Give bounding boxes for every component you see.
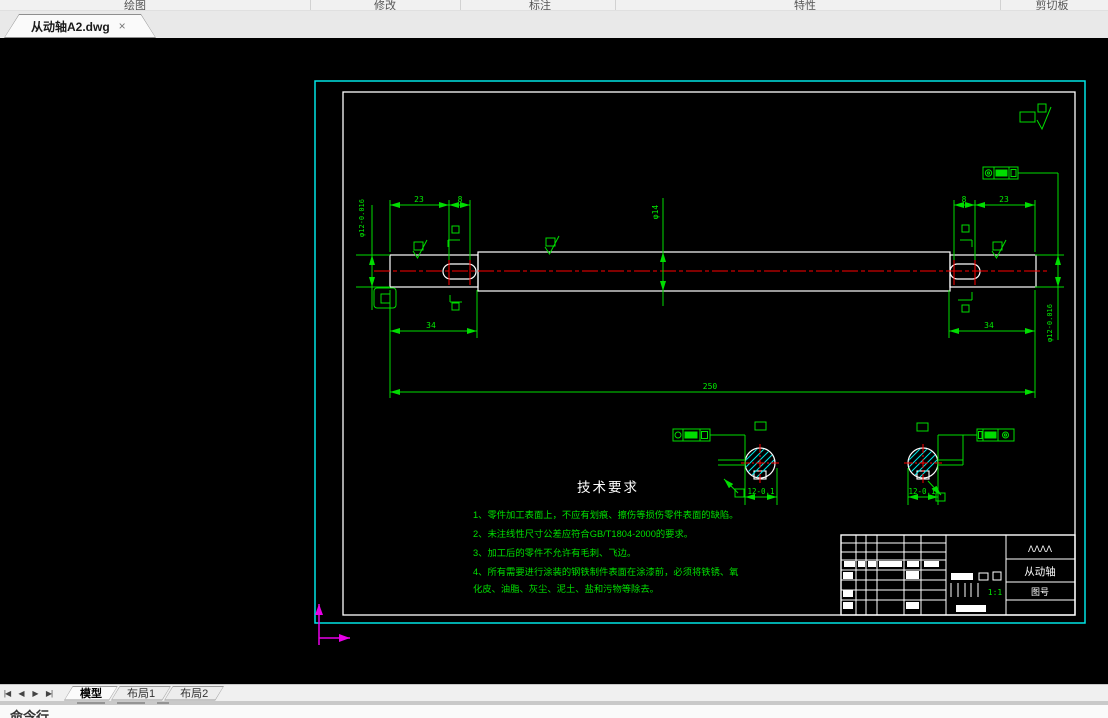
layout-tab-bar: |◀ ◀ ▶ ▶| 模型 布局1 布局2 — [0, 684, 1108, 701]
dim-section-left: 12-0.1 — [747, 487, 774, 496]
title-block-part-name: 从动轴 — [1024, 565, 1056, 578]
dim-phi14: φ14 — [651, 205, 660, 220]
paper-border — [314, 80, 1086, 624]
dim-right-34: 34 — [984, 321, 994, 330]
roughness-default-icon — [1019, 103, 1052, 131]
roughness-icon — [544, 235, 560, 255]
ribbon-panel-draw: 绘图 — [124, 0, 146, 11]
command-line-title: 命令行 — [10, 709, 50, 718]
first-layout-button[interactable]: |◀ — [0, 689, 14, 698]
model-space-canvas[interactable]: 23 8 8 23 34 34 250 φ14 φ12-0.016 φ12-0.… — [0, 38, 1108, 684]
dimension-texts: 23 8 8 23 34 34 250 φ14 φ12-0.016 φ12-0.… — [358, 195, 1054, 496]
document-tab-bar: 从动轴A2.dwg × — [0, 11, 1108, 38]
dim-left-34: 34 — [426, 321, 436, 330]
tech-req-line: 4、所有需要进行涂装的钢铁制件表面在涂漆前，必须将铁锈、氧 — [473, 566, 738, 577]
ribbon-panel-modify: 修改 — [374, 0, 396, 11]
dim-right-8: 8 — [962, 195, 967, 204]
title-block-scale: 1:1 — [988, 588, 1003, 597]
ribbon-panel-title-row: 绘图 修改 标注 特性 剪切板 — [0, 0, 1108, 11]
title-block-drawing-no: 图号 — [1031, 587, 1049, 597]
dim-right-23: 23 — [999, 195, 1009, 204]
title-block-company: ΛΛΛΛ — [1028, 544, 1052, 554]
command-line-window[interactable]: 命令行 — [0, 705, 1108, 718]
perp-mark — [447, 224, 973, 313]
dim-left-8: 8 — [458, 195, 463, 204]
tech-req-line: 化皮、油脂、灰尘、泥土、盐和污物等除去。 — [473, 583, 659, 594]
prev-layout-button[interactable]: ◀ — [14, 689, 28, 698]
tech-req-line: 2、未注线性尺寸公差应符合GB/T1804-2000的要求。 — [473, 528, 693, 539]
document-tab-title: 从动轴A2.dwg — [31, 19, 110, 34]
tech-req-line: 3、加工后的零件不允许有毛刺、飞边。 — [473, 547, 636, 558]
close-tab-icon[interactable]: × — [119, 20, 126, 32]
tab-layout1[interactable]: 布局1 — [111, 686, 171, 701]
document-tab-active[interactable]: 从动轴A2.dwg × — [4, 14, 156, 38]
next-layout-button[interactable]: ▶ — [28, 689, 42, 698]
dim-left-23: 23 — [414, 195, 424, 204]
datum-symbol-left — [373, 287, 397, 309]
tech-req-title: 技术要求 — [577, 480, 639, 495]
dim-section-right: 12-0.1 — [908, 487, 935, 496]
ribbon-panel-clipboard: 剪切板 — [1035, 0, 1069, 11]
tech-requirements: 技术要求 1、零件加工表面上，不应有划痕、擦伤等损伤零件表面的缺陷。 2、未注线… — [473, 480, 738, 594]
ribbon-separator — [1000, 0, 1001, 10]
ucs-icon — [315, 604, 350, 645]
title-block: ΛΛΛΛ 从动轴 图号 1:1 — [840, 534, 1076, 616]
dimensions — [356, 173, 1064, 398]
ribbon-separator — [310, 0, 311, 10]
fcf-top-right — [982, 166, 1058, 180]
dim-left-phi12: φ12-0.016 — [358, 199, 366, 237]
ribbon-separator — [615, 0, 616, 10]
tech-req-line: 1、零件加工表面上，不应有划痕、擦伤等损伤零件表面的缺陷。 — [473, 509, 738, 520]
tab-layout2[interactable]: 布局2 — [164, 686, 224, 701]
dim-total-250: 250 — [703, 382, 718, 391]
ribbon-separator — [460, 0, 461, 10]
dim-right-phi12: φ12-0.016 — [1046, 304, 1054, 342]
cad-drawing: 23 8 8 23 34 34 250 φ14 φ12-0.016 φ12-0.… — [314, 80, 1086, 645]
tab-model[interactable]: 模型 — [64, 686, 118, 701]
last-layout-button[interactable]: ▶| — [42, 689, 56, 698]
centerlines — [374, 258, 1049, 483]
roughness-symbols — [412, 103, 1052, 259]
ribbon-panel-annotate: 标注 — [529, 0, 551, 11]
ribbon-panel-properties: 特性 — [794, 0, 816, 11]
